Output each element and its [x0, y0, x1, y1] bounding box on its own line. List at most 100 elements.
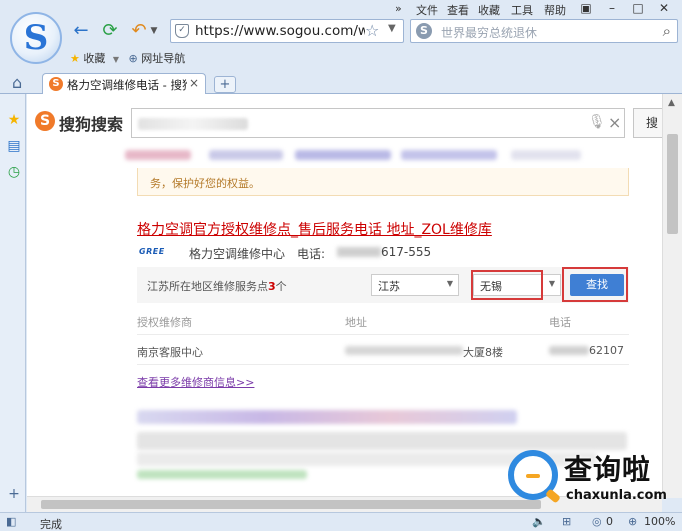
province-select[interactable]: 江苏 ▼ [371, 274, 459, 296]
minimize-icon[interactable]: – [604, 1, 620, 15]
zoom-level[interactable]: 100% [644, 515, 675, 528]
phone-label: 电话: [297, 247, 326, 261]
scroll-up-icon[interactable]: ▲ [668, 98, 675, 108]
phone-row-blurred [549, 346, 589, 355]
tab-close-icon[interactable]: × [189, 76, 199, 90]
phone-value: 617-555 [381, 245, 432, 259]
menu-tools[interactable]: 工具 [511, 2, 533, 18]
new-tab-button[interactable]: + [214, 76, 236, 93]
result-title-link[interactable]: 格力空调官方授权维修点_售后服务电话 地址_ZOL维修库 [137, 219, 492, 239]
vertical-scrollbar[interactable]: ▲ [662, 94, 682, 498]
browser-logo[interactable]: S [10, 12, 62, 64]
url-text[interactable]: https://www.sogou.com/we [195, 23, 365, 39]
phone-blurred [337, 247, 381, 257]
menu-help[interactable]: 帮助 [544, 2, 566, 18]
filter-count: 3 [268, 280, 276, 293]
horizontal-scroll-thumb[interactable] [41, 500, 541, 509]
address-tail: 大厦8楼 [463, 346, 503, 359]
blurred-nav-item[interactable] [209, 150, 283, 160]
find-highlight-box [562, 267, 628, 302]
logo-s-glyph: S [23, 18, 49, 58]
speaker-icon[interactable]: 🔈 [532, 515, 546, 528]
favorites-dropdown-icon[interactable]: ▼ [113, 55, 119, 64]
left-sidebar: ★ ▤ ◷ + [0, 94, 26, 512]
search-icon[interactable]: ⌕ [663, 22, 671, 40]
favorite-star-icon[interactable]: ☆ [365, 21, 379, 40]
menu-favorites[interactable]: 收藏 [478, 2, 500, 18]
zoom-icon[interactable]: ⊕ [628, 515, 637, 528]
blurred-result-url[interactable] [137, 470, 307, 479]
microphone-icon[interactable]: 🎙 [588, 114, 606, 130]
header-address: 地址 [345, 316, 367, 329]
sidebar-reader-icon[interactable]: ▤ [6, 138, 22, 154]
sogou-logo-text: 搜狗搜索 [59, 115, 124, 134]
header-dealer: 授权维修商 [137, 316, 192, 329]
skin-icon[interactable]: ▣ [578, 1, 594, 15]
vertical-scroll-thumb[interactable] [667, 134, 678, 234]
blurred-query [138, 118, 248, 130]
gree-logo: GREE [139, 247, 165, 256]
sidebar-favorites-icon[interactable]: ★ [6, 112, 22, 128]
sogou-search-button[interactable]: 搜 [633, 108, 662, 138]
watermark-title: 查询啦 [564, 453, 652, 486]
magnifier-logo-icon [508, 450, 558, 500]
home-icon[interactable]: ⌂ [12, 73, 22, 92]
blurred-nav-item[interactable] [125, 150, 191, 160]
sogou-favicon-icon: S [49, 77, 63, 91]
blurred-result-title[interactable] [137, 410, 517, 424]
blurred-nav-item[interactable] [401, 150, 497, 160]
menu-view[interactable]: 查看 [447, 2, 469, 18]
menu-more-icon[interactable]: » [395, 2, 402, 18]
status-bar: ◧ 完成 🔈 ⊞ ◎ 0 ⊕ 100% [0, 512, 682, 531]
address-bar[interactable]: ✓ https://www.sogou.com/we ☆ ▼ [170, 19, 404, 43]
favorites-label[interactable]: 收藏 [83, 52, 105, 65]
blurred-nav-item[interactable] [295, 150, 391, 160]
notice-text: 务，保护好您的权益。 [150, 177, 260, 190]
sogou-s-icon: S [35, 111, 55, 131]
filter-prefix: 江苏所在地区维修服务点 [147, 280, 268, 293]
more-dealers-link[interactable]: 查看更多维修商信息>> [137, 374, 254, 390]
bookmark-bar: ★ 收藏 ▼ ⊕ 网址导航 [70, 50, 185, 68]
chevron-down-icon: ▼ [548, 279, 555, 288]
header-phone: 电话 [549, 316, 571, 329]
refresh-icon[interactable]: ⟳ [100, 21, 120, 41]
watermark-url: chaxunla.com [566, 488, 667, 503]
address-dropdown-icon[interactable]: ▼ [388, 23, 396, 34]
blocked-count: 0 [606, 515, 613, 528]
clear-icon[interactable]: × [608, 113, 621, 132]
sogou-engine-icon[interactable]: S [416, 23, 432, 39]
sidebar-add-icon[interactable]: + [6, 486, 22, 502]
service-center-name: 格力空调维修中心 [189, 247, 286, 261]
back-icon[interactable]: ← [72, 21, 90, 41]
shield-status-icon[interactable]: ◎ [592, 515, 602, 528]
city-highlight-box [471, 270, 543, 300]
filter-suffix: 个 [275, 280, 287, 293]
filter-bar: 江苏所在地区维修服务点3个 江苏 ▼ 无锡 ▼ 查找 [137, 267, 629, 303]
tab-strip: ⌂ S 格力空调维修电话 - 搜狗 × + [0, 71, 682, 95]
filter-summary: 江苏所在地区维修服务点3个 [147, 278, 287, 294]
dealer-name: 南京客服中心 [137, 346, 203, 359]
search-placeholder: 世界最穷总统退休 [441, 26, 538, 40]
province-value: 江苏 [378, 280, 400, 293]
undo-icon[interactable]: ↶ [130, 21, 148, 41]
blurred-nav-item[interactable] [511, 150, 581, 160]
maximize-icon[interactable]: □ [630, 1, 646, 15]
divider [137, 334, 629, 335]
sogou-search-input[interactable]: 🎙 × [131, 108, 625, 138]
phone-tail: 62107 [589, 344, 624, 357]
undo-dropdown-icon[interactable]: ▼ [148, 21, 160, 41]
download-icon[interactable]: ⊞ [562, 515, 571, 528]
favorites-star-icon[interactable]: ★ [70, 52, 80, 65]
search-box[interactable]: S 世界最穷总统退休 ⌕ [410, 19, 678, 43]
tab-title: 格力空调维修电话 - 搜狗 [67, 78, 187, 92]
nav-sites-link[interactable]: 网址导航 [141, 52, 185, 65]
sidebar-toggle-icon[interactable]: ◧ [6, 515, 16, 528]
tab-active[interactable]: S 格力空调维修电话 - 搜狗 × [42, 73, 206, 95]
web-page: S 搜狗搜索 🎙 × 搜 务，保护好您的权益。 格力空调官方授权维修点_售后服务… [27, 94, 662, 498]
status-text: 完成 [40, 518, 62, 531]
sidebar-history-icon[interactable]: ◷ [6, 164, 22, 180]
close-window-icon[interactable]: ✕ [656, 1, 672, 15]
menu-file[interactable]: 文件 [416, 2, 438, 18]
security-shield-icon: ✓ [175, 24, 189, 38]
divider [137, 364, 629, 365]
